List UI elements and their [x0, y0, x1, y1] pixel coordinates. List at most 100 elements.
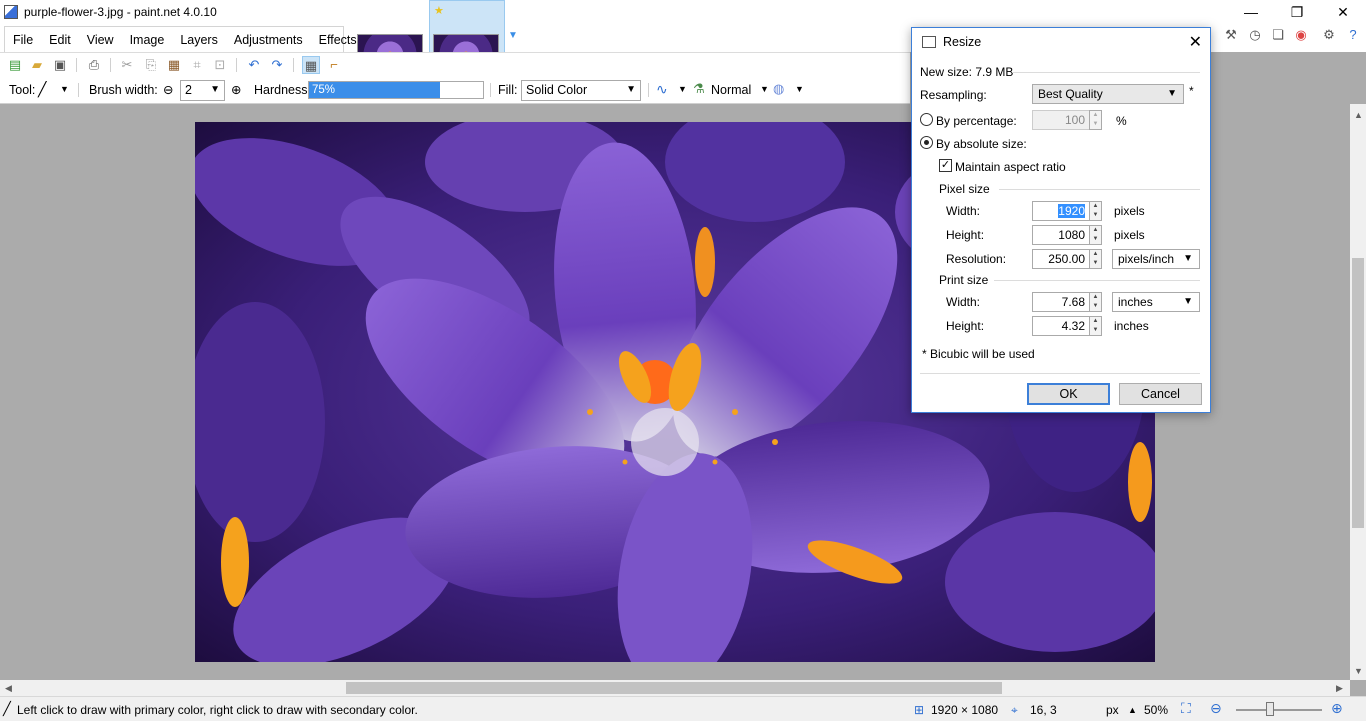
zoom-in-icon[interactable]: ⊕	[1331, 700, 1343, 717]
print-width-spinner[interactable]: ▲ ▼	[1089, 292, 1102, 312]
print-height-spinner[interactable]: ▲ ▼	[1089, 316, 1102, 336]
tab-list-dropdown-icon[interactable]: ▼	[508, 30, 518, 41]
units-selector[interactable]: px	[1106, 703, 1119, 717]
save-icon[interactable]: ▣	[51, 56, 69, 74]
pixel-height-input[interactable]: 1080	[1032, 225, 1090, 245]
paintbrush-icon[interactable]: ╱	[38, 81, 46, 98]
fill-label: Fill:	[498, 83, 518, 97]
tool-dropdown-icon[interactable]: ▼	[60, 84, 69, 94]
pixel-width-spinner[interactable]: ▲ ▼	[1089, 201, 1102, 221]
help-icon[interactable]: ?	[1345, 27, 1361, 43]
units-dropdown-icon[interactable]: ▲	[1128, 705, 1137, 715]
cancel-button[interactable]: Cancel	[1119, 383, 1202, 405]
copy-icon[interactable]: ⎘	[142, 56, 160, 74]
history-window-icon[interactable]: ◷	[1247, 27, 1263, 43]
zoom-out-icon[interactable]: ⊖	[1210, 700, 1222, 717]
blend-mode-value[interactable]: Normal	[711, 83, 751, 97]
menu-view[interactable]: View	[79, 33, 122, 47]
antialiasing-icon[interactable]: ∿	[656, 81, 668, 98]
horizontal-scroll-thumb[interactable]	[346, 682, 1002, 694]
brush-hint-icon: ╱	[3, 701, 11, 716]
percentage-spinner: ▲ ▼	[1089, 110, 1102, 130]
menu-adjustments[interactable]: Adjustments	[226, 33, 311, 47]
pixel-grid-icon[interactable]: ▦	[302, 56, 320, 74]
layers-window-icon[interactable]: ❏	[1270, 27, 1286, 43]
print-width-input[interactable]: 7.68	[1032, 292, 1090, 312]
zoom-slider-track[interactable]	[1236, 709, 1322, 711]
divider	[994, 280, 1200, 281]
maintain-aspect-checkbox[interactable]: ✓	[939, 159, 952, 172]
blend-mode-dropdown-icon[interactable]: ▼	[760, 84, 769, 94]
print-icon[interactable]: ⎙	[85, 56, 103, 74]
toolbar-separator	[648, 83, 649, 97]
percentage-input: 100	[1032, 110, 1090, 130]
restore-button[interactable]: ❐	[1274, 0, 1320, 24]
by-absolute-size-radio[interactable]	[920, 136, 933, 149]
zoom-slider-thumb[interactable]	[1266, 702, 1274, 716]
scroll-up-icon[interactable]: ▲	[1354, 110, 1363, 120]
dialog-close-icon[interactable]: ✕	[1189, 32, 1202, 52]
by-absolute-size-label[interactable]: By absolute size:	[936, 137, 1027, 151]
menu-file[interactable]: File	[5, 33, 41, 47]
blend-mode-icon[interactable]: ⚗	[693, 81, 705, 97]
pixel-height-spinner[interactable]: ▲ ▼	[1089, 225, 1102, 245]
increase-width-icon[interactable]: ⊕	[231, 82, 241, 97]
tool-options-toolbar: Tool: ╱ ▼ Brush width: ⊖ 2 ▼ ⊕ Hardness:…	[0, 76, 910, 104]
print-width-label: Width:	[946, 295, 981, 309]
redo-icon[interactable]: ↷	[268, 56, 286, 74]
hardness-slider[interactable]: 75%	[308, 81, 484, 99]
close-window-button[interactable]: ✕	[1320, 0, 1366, 24]
horizontal-scrollbar[interactable]: ◀ ▶	[0, 680, 1350, 696]
image-size-icon: ⊞	[914, 703, 925, 717]
resolution-spinner[interactable]: ▲ ▼	[1089, 249, 1102, 269]
menu-layers[interactable]: Layers	[172, 33, 226, 47]
vertical-scrollbar[interactable]: ▲ ▼	[1350, 104, 1366, 680]
colors-window-icon[interactable]: ◉	[1293, 27, 1309, 43]
undo-icon[interactable]: ↶	[245, 56, 263, 74]
resampling-select[interactable]: Best Quality ▼	[1032, 84, 1184, 104]
chevron-down-icon: ▼	[1167, 88, 1177, 99]
fill-combo[interactable]: Solid Color ▼	[521, 80, 641, 101]
deselect-icon[interactable]: ⊡	[211, 56, 229, 74]
antialiasing-dropdown-icon[interactable]: ▼	[678, 84, 687, 94]
pixel-width-input[interactable]: 1920	[1032, 201, 1090, 221]
menu-image[interactable]: Image	[122, 33, 173, 47]
tools-window-icon[interactable]: ⚒	[1223, 27, 1239, 43]
resolution-label: Resolution:	[946, 252, 1007, 266]
title-bar: purple-flower-3.jpg - paint.net 4.0.10 —…	[0, 0, 1366, 24]
chevron-down-icon: ▼	[1183, 253, 1193, 264]
brush-width-combo[interactable]: 2 ▼	[180, 80, 225, 101]
rulers-icon[interactable]: ⌐	[325, 56, 343, 74]
alpha-dropdown-icon[interactable]: ▼	[795, 84, 804, 94]
menu-edit[interactable]: Edit	[41, 33, 79, 47]
print-unit-select[interactable]: inches ▼	[1112, 292, 1200, 312]
minimize-button[interactable]: —	[1228, 0, 1274, 24]
scroll-down-icon[interactable]: ▼	[1354, 666, 1363, 676]
chevron-down-icon: ▼	[1183, 296, 1193, 307]
open-folder-icon[interactable]: ▰	[28, 56, 46, 74]
brush-width-value: 2	[185, 83, 192, 97]
new-image-icon[interactable]: ▤	[6, 56, 24, 74]
zoom-level[interactable]: 50%	[1144, 703, 1168, 717]
alpha-blending-icon[interactable]: ◍	[773, 81, 784, 97]
print-height-input[interactable]: 4.32	[1032, 316, 1090, 336]
ok-button[interactable]: OK	[1027, 383, 1110, 405]
window-title: purple-flower-3.jpg - paint.net 4.0.10	[24, 5, 217, 19]
vertical-scroll-thumb[interactable]	[1352, 258, 1364, 528]
resize-dialog: Resize ✕ New size: 7.9 MB Resampling: Be…	[911, 27, 1211, 413]
maintain-aspect-label[interactable]: Maintain aspect ratio	[955, 160, 1066, 174]
settings-gear-icon[interactable]: ⚙	[1321, 27, 1337, 43]
resolution-unit-select[interactable]: pixels/inch ▼	[1112, 249, 1200, 269]
paste-icon[interactable]: ▦	[165, 56, 183, 74]
resolution-input[interactable]: 250.00	[1032, 249, 1090, 269]
scroll-left-icon[interactable]: ◀	[5, 683, 12, 694]
print-width-value: 7.68	[1061, 295, 1085, 309]
crop-icon[interactable]: ⌗	[188, 56, 206, 74]
decrease-width-icon[interactable]: ⊖	[163, 82, 173, 97]
zoom-to-window-icon[interactable]: ⛶	[1181, 700, 1191, 717]
chevron-down-icon: ▼	[210, 84, 220, 95]
scroll-right-icon[interactable]: ▶	[1336, 683, 1343, 694]
by-percentage-label[interactable]: By percentage:	[936, 114, 1017, 128]
by-percentage-radio[interactable]	[920, 113, 933, 126]
cut-icon[interactable]: ✂	[118, 56, 136, 74]
